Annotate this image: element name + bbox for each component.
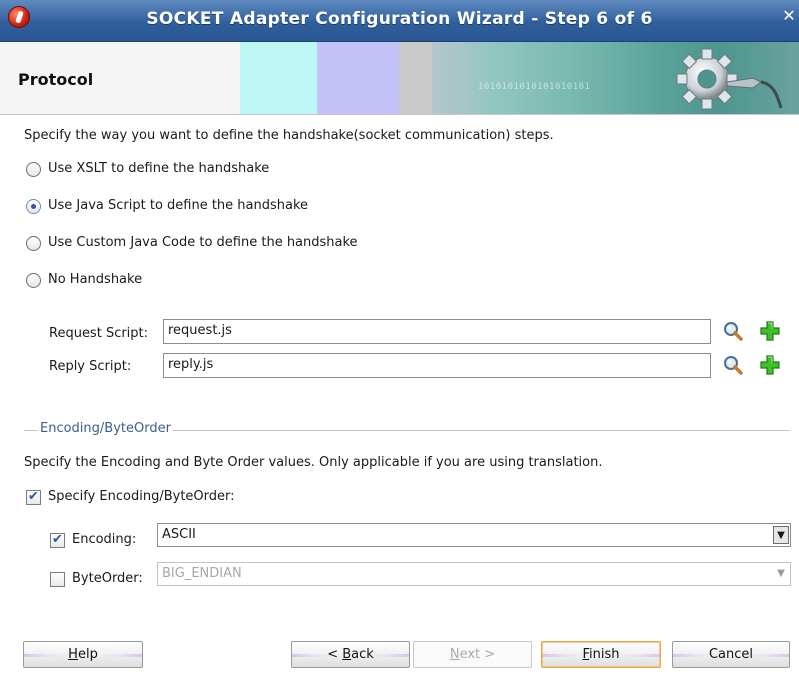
banner-stripe-cyan (240, 42, 317, 114)
byteorder-checkbox[interactable] (50, 572, 65, 587)
next-button: Next > (413, 641, 532, 668)
banner-stripe-gray (399, 42, 432, 114)
cancel-button[interactable]: Cancel (672, 641, 790, 668)
next-label: ext > (459, 647, 496, 662)
page-title: Protocol (18, 70, 94, 89)
step-content: Specify the way you want to define the h… (0, 116, 799, 606)
banner-stripe-lavender (317, 42, 399, 114)
specify-encoding-label[interactable]: Specify Encoding/ByteOrder: (48, 489, 235, 504)
help-button[interactable]: Help (23, 641, 143, 668)
cancel-label: Cancel (708, 647, 754, 662)
close-icon[interactable]: ✕ (779, 6, 799, 26)
radio-javascript[interactable] (26, 199, 41, 214)
window-title: SOCKET Adapter Configuration Wizard - St… (146, 9, 653, 29)
encoding-select[interactable]: ASCII ▼ (157, 523, 791, 547)
radio-javascript-label[interactable]: Use Java Script to define the handshake (48, 198, 308, 213)
socket-gear-icon (676, 48, 783, 110)
request-script-label: Request Script: (49, 326, 149, 341)
handshake-description: Specify the way you want to define the h… (24, 128, 554, 143)
encoding-checkbox[interactable] (50, 532, 65, 548)
add-icon[interactable] (759, 320, 781, 342)
finish-label: inish (589, 647, 620, 662)
wizard-window: SOCKET Adapter Configuration Wizard - St… (0, 0, 799, 674)
add-icon[interactable] (759, 354, 781, 376)
title-bar: SOCKET Adapter Configuration Wizard - St… (0, 0, 799, 42)
banner-binary-text: 1010101010101010101 (478, 82, 591, 92)
radio-custom-java[interactable] (26, 236, 41, 251)
chevron-down-icon[interactable]: ▼ (773, 526, 789, 544)
encoding-description: Specify the Encoding and Byte Order valu… (24, 455, 603, 470)
radio-no-handshake-label[interactable]: No Handshake (48, 272, 142, 287)
back-prefix: < (327, 647, 343, 662)
radio-xslt[interactable] (26, 162, 41, 177)
back-button[interactable]: < Back (291, 641, 410, 668)
next-mnemonic: N (449, 647, 460, 662)
search-icon[interactable] (722, 354, 744, 376)
encoding-select-value: ASCII (162, 527, 196, 542)
reply-script-input[interactable]: reply.js (163, 353, 711, 378)
help-mnemonic: H (68, 647, 78, 662)
radio-custom-java-label[interactable]: Use Custom Java Code to define the hands… (48, 235, 358, 250)
radio-no-handshake[interactable] (26, 273, 41, 288)
finish-button[interactable]: Finish (541, 641, 661, 668)
step-banner: Protocol 1010101010101010101 (0, 42, 799, 115)
encoding-label[interactable]: Encoding: (72, 532, 136, 547)
byteorder-label[interactable]: ByteOrder: (72, 571, 143, 586)
chevron-down-icon: ▼ (777, 568, 785, 579)
back-mnemonic: B (342, 647, 352, 662)
byteorder-select-value: BIG_ENDIAN (162, 566, 242, 581)
byteorder-select: BIG_ENDIAN ▼ (157, 562, 791, 586)
specify-encoding-checkbox[interactable] (26, 489, 41, 505)
reply-script-label: Reply Script: (49, 359, 132, 374)
back-label: ack (351, 647, 374, 662)
help-label: elp (77, 647, 98, 662)
encoding-section-heading: Encoding/ByteOrder (38, 421, 173, 436)
search-icon[interactable] (722, 320, 744, 342)
radio-xslt-label[interactable]: Use XSLT to define the handshake (48, 161, 269, 176)
request-script-input[interactable]: request.js (163, 319, 711, 344)
